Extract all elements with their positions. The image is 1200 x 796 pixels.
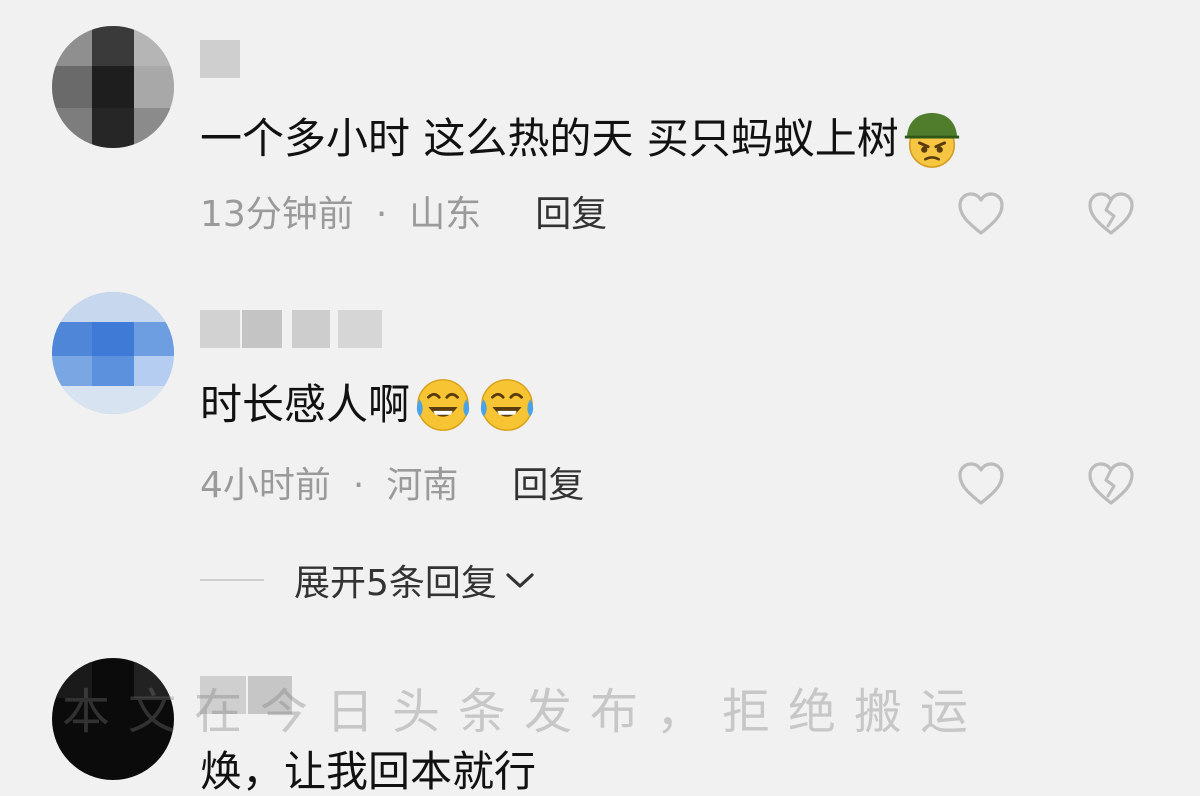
chevron-down-icon [506, 573, 534, 588]
expand-divider-line [200, 579, 264, 581]
meta-separator: · [375, 194, 388, 235]
comment-meta: 13分钟前 · 山东 回复 [200, 193, 607, 237]
avatar[interactable] [52, 292, 174, 414]
watermark: 本文在今日头条发布，拒绝搬运 [62, 684, 987, 740]
expand-replies-button[interactable]: 展开5条回复 [200, 558, 537, 604]
comment-time: 4小时前 [200, 465, 331, 506]
like-heart-icon[interactable] [956, 460, 1006, 508]
crying-laughing-face-emoji [416, 379, 470, 431]
comment-region: 河南 [386, 465, 459, 506]
crying-laughing-face-emoji [480, 379, 534, 431]
army-helmet-angry-face-emoji [904, 112, 959, 168]
comment-text: 时长感人啊 [200, 374, 538, 436]
comment-text: 一个多小时 这么热的天 买只蚂蚁上树 [200, 108, 963, 170]
like-heart-icon[interactable] [956, 190, 1006, 238]
comment-time: 13分钟前 [200, 194, 354, 235]
comment-text: 焕，让我回本就行 [200, 748, 536, 796]
avatar[interactable] [52, 26, 174, 148]
comment-region: 山东 [409, 194, 482, 235]
expand-replies-label: 展开5条回复 [294, 563, 497, 604]
comment-text-content: 一个多小时 这么热的天 买只蚂蚁上树 [200, 114, 899, 163]
meta-separator: · [352, 465, 365, 506]
comment-meta: 4小时前 · 河南 回复 [200, 464, 584, 508]
dislike-broken-heart-icon[interactable] [1086, 190, 1136, 238]
reply-button[interactable]: 回复 [535, 194, 607, 235]
comment-text-content: 焕，让我回本就行 [200, 747, 537, 796]
dislike-broken-heart-icon[interactable] [1086, 460, 1136, 508]
comment-text-content: 时长感人啊 [200, 380, 411, 429]
reply-button[interactable]: 回复 [512, 465, 584, 506]
